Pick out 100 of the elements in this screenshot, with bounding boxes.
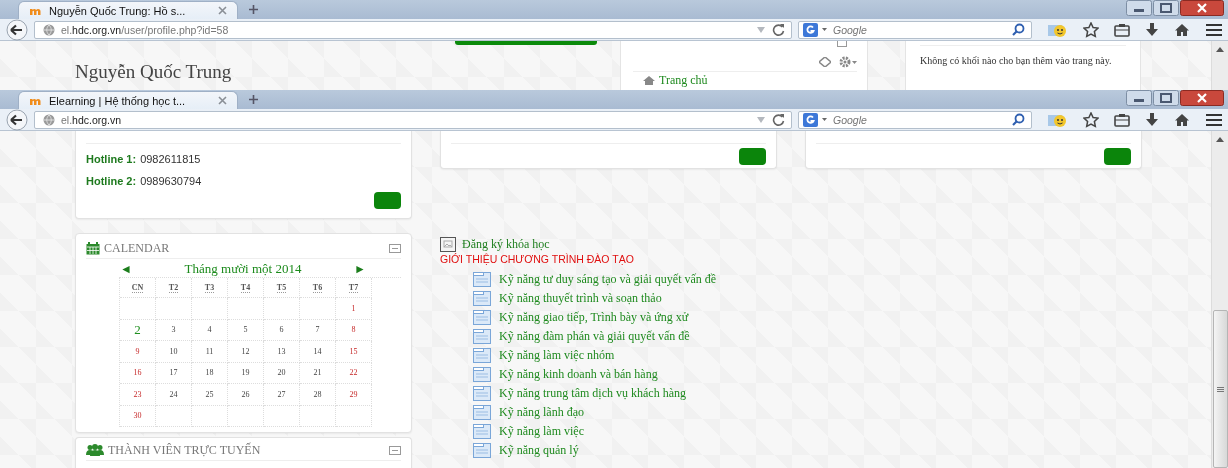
reload-icon[interactable] — [772, 113, 785, 126]
hotline-label: Hotline 2: — [86, 175, 137, 187]
calendar-day[interactable]: 23 — [133, 389, 142, 399]
course-link[interactable]: Kỹ năng tư duy sáng tạo và giải quyết vấn đề — [499, 272, 717, 287]
scroll-up-icon[interactable] — [1216, 47, 1224, 52]
weekday-header: CN — [131, 282, 144, 293]
back-button-icon[interactable] — [4, 108, 30, 131]
search-engine-icon[interactable] — [803, 22, 829, 37]
tab-title: Elearning | Hệ thống học t... — [49, 94, 187, 107]
calendar-day[interactable]: 14 — [313, 346, 322, 356]
calendar-day[interactable]: 12 — [241, 346, 250, 356]
action-button[interactable] — [1104, 148, 1131, 165]
reload-icon[interactable] — [772, 23, 785, 36]
calendar-day[interactable]: 18 — [205, 368, 214, 378]
calendar-day[interactable]: 3 — [171, 325, 176, 335]
previous-month-link[interactable]: ◄ — [120, 262, 132, 276]
search-field[interactable]: Google — [798, 110, 1032, 129]
calendar-day[interactable]: 30 — [133, 411, 142, 421]
calendar-day[interactable]: 8 — [351, 325, 356, 335]
home-icon[interactable] — [1174, 112, 1190, 127]
scroll-up-icon[interactable] — [1216, 137, 1224, 142]
new-tab-icon[interactable] — [248, 4, 259, 15]
course-link[interactable]: Kỹ năng quản lý — [499, 443, 579, 458]
menu-icon[interactable] — [1205, 112, 1223, 127]
calendar-day[interactable]: 15 — [349, 346, 358, 356]
calendar-day[interactable]: 10 — [169, 346, 178, 356]
new-tab-icon[interactable] — [248, 94, 259, 105]
calendar-day[interactable]: 17 — [169, 368, 178, 378]
collapse-icon[interactable] — [389, 445, 401, 455]
calendar-day[interactable]: 26 — [241, 389, 250, 399]
scrollbar-thumb[interactable] — [1212, 310, 1228, 468]
clipboard-icon[interactable] — [1114, 22, 1130, 37]
search-input[interactable]: Google — [833, 23, 1008, 36]
search-icon[interactable] — [1012, 23, 1025, 36]
course-link[interactable]: Kỹ năng kinh doanh và bán hàng — [499, 367, 658, 382]
calendar-day[interactable]: 28 — [313, 389, 322, 399]
course-link[interactable]: Kỹ năng làm việc nhóm — [499, 348, 615, 363]
globe-icon — [43, 23, 55, 36]
menu-icon[interactable] — [1205, 22, 1223, 37]
maximize-icon[interactable] — [1153, 0, 1179, 16]
scrollbar[interactable] — [1211, 41, 1228, 90]
search-field[interactable]: Google — [798, 20, 1032, 39]
calendar-day[interactable]: 22 — [349, 368, 358, 378]
calendar-day[interactable]: 27 — [277, 389, 286, 399]
close-icon[interactable] — [1180, 0, 1224, 16]
calendar-day[interactable]: 7 — [315, 325, 320, 335]
program-title: GIỚI THIỆU CHƯƠNG TRÌNH ĐÀO TẠO — [440, 253, 635, 265]
course-link[interactable]: Kỹ năng đàm phán và giải quyết vấn đề — [499, 329, 690, 344]
close-icon[interactable] — [1180, 90, 1224, 106]
action-button[interactable] — [739, 148, 766, 165]
course-link[interactable]: Kỹ năng trung tâm dịch vụ khách hàng — [499, 386, 686, 401]
star-icon[interactable] — [1083, 111, 1099, 128]
move-icon[interactable] — [819, 57, 831, 67]
address-bar[interactable]: el.hdc.org.vn/user/profile.php?id=58 — [34, 20, 792, 39]
course-link[interactable]: Kỹ năng thuyết trình và soạn thảo — [499, 291, 662, 306]
calendar-day[interactable]: 6 — [279, 325, 284, 335]
collapse-icon[interactable] — [389, 243, 401, 253]
address-bar[interactable]: el.hdc.org.vn — [34, 110, 792, 129]
browser-tab[interactable]: Nguyễn Quốc Trung: Hồ s... — [18, 1, 238, 19]
maximize-icon[interactable] — [1153, 90, 1179, 106]
download-icon[interactable] — [1145, 22, 1159, 37]
hotline-number: 0989630794 — [140, 175, 202, 187]
home-icon[interactable] — [1174, 22, 1190, 37]
scrollbar[interactable] — [1211, 131, 1228, 468]
course-link[interactable]: Kỹ năng lãnh đạo — [499, 405, 584, 420]
search-engine-icon[interactable] — [803, 112, 829, 127]
calendar-day[interactable]: 19 — [241, 368, 250, 378]
minimize-icon[interactable] — [1126, 90, 1152, 106]
download-icon[interactable] — [1145, 112, 1159, 127]
calendar-icon — [86, 241, 100, 255]
calendar-day[interactable]: 4 — [207, 325, 212, 335]
calendar-day[interactable]: 1 — [351, 303, 356, 313]
course-link[interactable]: Kỹ năng giao tiếp, Trình bày và ứng xử — [499, 310, 689, 325]
course-link[interactable]: Kỹ năng làm việc — [499, 424, 584, 439]
calendar-day[interactable]: 21 — [313, 368, 322, 378]
search-input[interactable]: Google — [833, 113, 1008, 126]
search-icon[interactable] — [1012, 113, 1025, 126]
action-button[interactable] — [374, 192, 401, 209]
star-icon[interactable] — [1083, 21, 1099, 38]
calendar-day[interactable]: 2 — [134, 321, 141, 338]
calendar-day[interactable]: 20 — [277, 368, 286, 378]
document-icon — [473, 272, 491, 287]
calendar-day[interactable]: 25 — [205, 389, 214, 399]
calendar-day[interactable]: 11 — [205, 346, 214, 356]
clipboard-icon[interactable] — [1114, 112, 1130, 127]
browser-tab[interactable]: Elearning | Hệ thống học t... — [18, 91, 238, 109]
home-link[interactable]: Trang chủ — [659, 74, 708, 86]
calendar-day[interactable]: 5 — [243, 325, 248, 335]
next-month-link[interactable]: ► — [354, 262, 366, 276]
calendar-day[interactable]: 29 — [349, 389, 358, 399]
register-link[interactable]: Đăng ký khóa học — [462, 237, 550, 252]
calendar-day[interactable]: 9 — [135, 346, 140, 356]
image-icon — [440, 237, 456, 252]
calendar-day[interactable]: 13 — [277, 346, 286, 356]
calendar-day[interactable]: 16 — [133, 368, 142, 378]
back-button-icon[interactable] — [4, 18, 30, 41]
minimize-icon[interactable] — [1126, 0, 1152, 16]
gear-icon[interactable] — [839, 56, 857, 68]
calendar-day[interactable]: 24 — [169, 389, 178, 399]
document-icon — [473, 386, 491, 401]
